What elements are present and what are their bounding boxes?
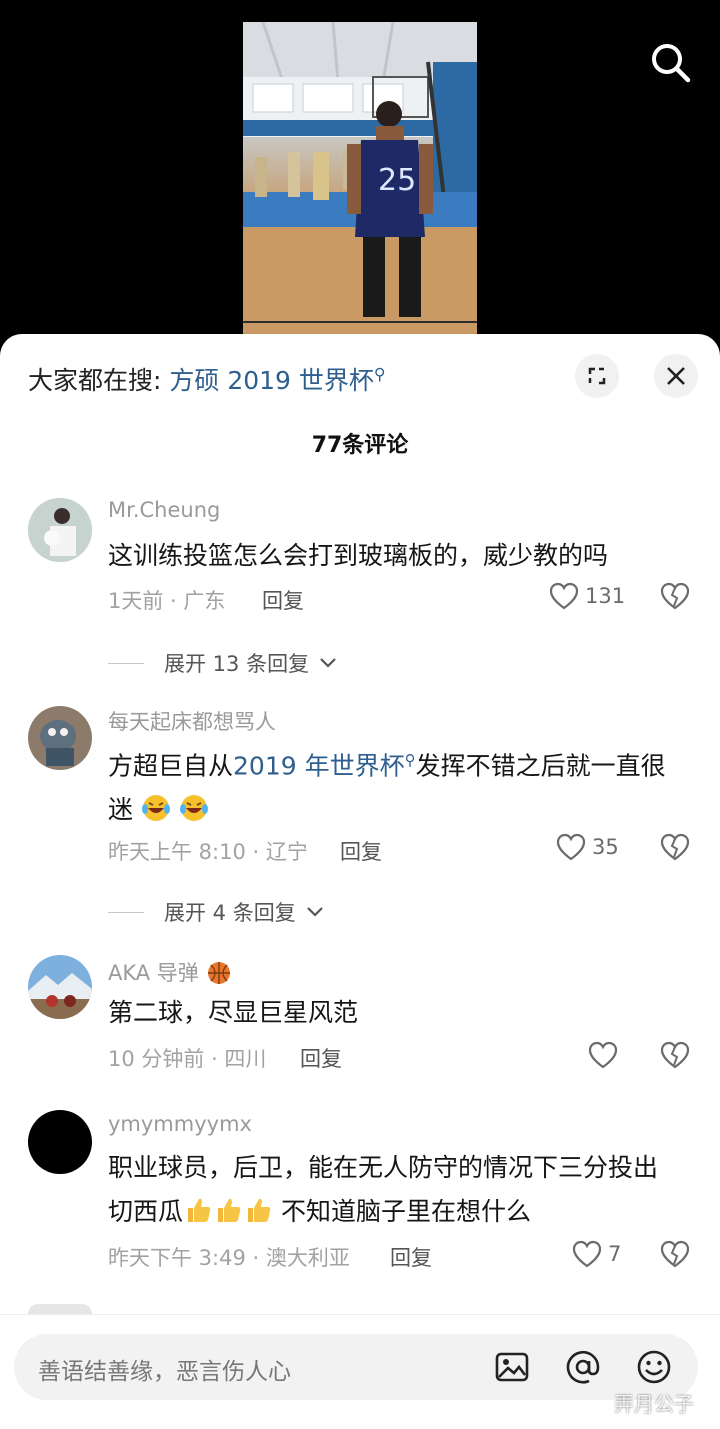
comment-text: 第二球，尽显巨星风范 [108,998,359,1027]
hot-search-term[interactable]: 方硕 2019 世界杯 [169,366,374,395]
laughing-crying-emoji-icon [179,795,208,822]
avatar [28,1304,92,1314]
like-button[interactable] [588,1041,624,1069]
mention-icon[interactable] [565,1349,601,1385]
like-button[interactable]: 7 [572,1240,621,1268]
reply-button[interactable]: 回复 [340,836,382,866]
chevron-down-icon [320,658,336,668]
comment-text-part: 切西瓜 [108,1197,184,1226]
thumbs-up-emoji-icon [248,1198,271,1222]
thumbs-up-emoji-icon [188,1198,211,1222]
close-icon [667,367,685,385]
emoji-icon[interactable] [636,1349,672,1385]
comment-username[interactable]: Mr.Cheung [108,498,220,522]
dislike-button[interactable] [660,1240,690,1272]
expand-replies-label: 展开 13 条回复 [164,652,310,676]
laughing-crying-emoji-icon [141,795,170,822]
comment-item: Mr.Cheung 这训练投篮怎么会打到玻璃板的，威少教的吗 1天前 · 广东 … [0,496,720,696]
comment-username[interactable]: 每天起床都想骂人 [108,706,276,736]
like-count: 7 [608,1242,622,1266]
divider-line [108,662,144,664]
expand-replies-button[interactable]: 展开 13 条回复 [108,648,337,678]
avatar[interactable] [28,706,92,770]
reply-button[interactable]: 回复 [300,1043,342,1073]
comment-username-text: AKA 导弹 [108,961,199,985]
expand-replies-label: 展开 4 条回复 [164,901,296,925]
video-player[interactable]: 25 [0,0,720,340]
search-icon[interactable] [648,40,692,84]
fullscreen-button[interactable] [575,354,619,398]
dislike-button[interactable] [660,1041,690,1073]
comment-item: ymymmyymx 职业球员，后卫，能在无人防守的情况下三分投出 切西瓜 不知道… [0,1110,720,1290]
broken-heart-icon [660,833,690,861]
avatar[interactable] [28,955,92,1019]
search-small-icon: ⚲ [404,751,416,769]
broken-heart-icon [660,582,690,610]
heart-icon [556,833,586,861]
heart-icon [572,1240,602,1268]
comment-text-line: 职业球员，后卫，能在无人防守的情况下三分投出 [108,1153,659,1182]
comment-text-part: 方超巨自从 [108,751,234,781]
basketball-icon [207,962,230,984]
comment-meta: 昨天上午 8:10 · 辽宁 [108,840,308,864]
heart-icon [549,582,579,610]
comment-item: AKA 导弹 第二球，尽显巨星风范 10 分钟前 · 四川 回复 [0,955,720,1095]
watermark-text: 弄月公子 [614,1392,694,1416]
comments-count-title: 77条评论 [311,433,409,458]
comment-text: 方超巨自从2019 年世界杯⚲发挥不错之后就一直很迷 [108,738,678,832]
close-button[interactable] [654,354,698,398]
comment-text: 这训练投篮怎么会打到玻璃板的，威少教的吗 [108,541,609,570]
jersey-number: 25 [378,163,416,198]
reply-button[interactable]: 回复 [262,585,304,615]
comment-username[interactable]: ymymmyymx [108,1112,252,1136]
comment-meta: 10 分钟前 · 四川 [108,1047,267,1071]
like-button[interactable]: 35 [556,833,619,861]
dislike-button[interactable] [660,833,690,865]
avatar[interactable] [28,1110,92,1174]
like-count: 131 [585,584,626,608]
divider-line [108,911,144,913]
comment-sheet: 大家都在搜: 方硕 2019 世界杯⚲ 77条评论 Mr.Cheung 这训练投… [0,334,720,1429]
input-divider [0,1314,720,1315]
video-frame[interactable]: 25 [243,22,477,340]
comment-text-line: 切西瓜 不知道脑子里在想什么 [108,1190,698,1234]
comment-meta: 昨天下午 3:49 · 澳大利亚 [108,1246,350,1270]
hot-search-banner[interactable]: 大家都在搜: 方硕 2019 世界杯⚲ [28,361,386,397]
thumbs-up-emoji-icon [218,1198,241,1222]
image-icon[interactable] [494,1349,530,1385]
expand-icon [588,367,606,385]
like-count: 35 [592,835,619,859]
search-small-icon: ⚲ [373,364,386,384]
video-image: 25 [243,22,477,340]
like-button[interactable]: 131 [549,582,625,610]
broken-heart-icon [660,1041,690,1069]
reply-button[interactable]: 回复 [390,1242,432,1272]
avatar[interactable] [28,498,92,562]
chevron-down-icon [306,907,323,917]
hashtag-link[interactable]: 2019 年世界杯 [233,751,405,780]
comment-input-bar[interactable]: 善语结善缘，恶言伤人心 [14,1334,698,1400]
expand-replies-button[interactable]: 展开 4 条回复 [108,897,324,927]
heart-icon [588,1041,618,1069]
hot-search-prefix: 大家都在搜: [28,366,170,395]
comment-item: 每天起床都想骂人 方超巨自从2019 年世界杯⚲发挥不错之后就一直很迷 昨天上午… [0,704,720,927]
broken-heart-icon [660,1240,690,1268]
comment-text-part: 不知道脑子里在想什么 [273,1197,531,1226]
comment-text: 职业球员，后卫，能在无人防守的情况下三分投出 切西瓜 不知道脑子里在想什么 [108,1146,698,1234]
comment-input-placeholder[interactable]: 善语结善缘，恶言伤人心 [38,1352,291,1386]
comment-username[interactable]: AKA 导弹 [108,957,232,987]
dislike-button[interactable] [660,582,690,614]
comment-meta: 1天前 · 广东 [108,589,226,613]
